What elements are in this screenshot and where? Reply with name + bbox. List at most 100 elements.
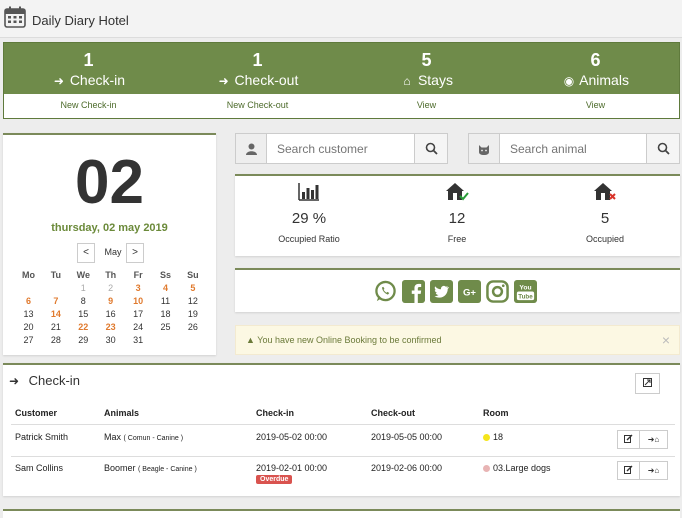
new-checkin-link[interactable]: New Check-in bbox=[4, 100, 173, 110]
occupied-ratio: 29 % Occupied Ratio bbox=[235, 176, 383, 244]
checkin-panel: ➜ Check-in Customer Animals Check-in Che… bbox=[3, 363, 680, 496]
row-room: 18 bbox=[493, 432, 504, 442]
calendar-weekday: Fr bbox=[133, 270, 143, 280]
calendar-day[interactable]: 3 bbox=[125, 282, 152, 295]
top-bar: Daily Diary Hotel bbox=[0, 0, 682, 38]
calendar-day[interactable]: 26 bbox=[179, 321, 206, 334]
calendar-week-row: 12345 bbox=[15, 282, 207, 295]
close-icon[interactable]: × bbox=[662, 332, 670, 348]
home-check-icon bbox=[446, 183, 469, 201]
online-booking-alert: ▲ You have new Online Booking to be conf… bbox=[235, 325, 680, 355]
youtube-label-bottom: Tube bbox=[518, 293, 533, 300]
calendar-day[interactable]: 13 bbox=[15, 308, 42, 321]
new-checkout-link[interactable]: New Check-out bbox=[173, 100, 342, 110]
calendar-day[interactable]: 11 bbox=[152, 295, 179, 308]
calendar-day[interactable]: 14 bbox=[42, 308, 69, 321]
row-animal-detail: ( Beagle - Canine ) bbox=[138, 466, 197, 473]
stat-checkout-label: Check-out bbox=[234, 72, 299, 88]
calendar-day[interactable]: 30 bbox=[97, 334, 124, 347]
calendar-day[interactable]: 29 bbox=[70, 334, 97, 347]
calendar-day[interactable]: 10 bbox=[125, 295, 152, 308]
twitter-icon[interactable] bbox=[430, 280, 453, 303]
overdue-badge: Overdue bbox=[256, 475, 293, 484]
occupied-ratio-value: 29 % bbox=[291, 210, 327, 227]
row-room: 03.Large dogs bbox=[493, 463, 551, 473]
search-customer-button[interactable] bbox=[414, 134, 447, 163]
prev-month-button[interactable]: < bbox=[77, 243, 95, 263]
calendar-day[interactable]: 24 bbox=[125, 321, 152, 334]
calendar-day[interactable]: 23 bbox=[97, 321, 124, 334]
calendar-day[interactable]: 1 bbox=[70, 282, 97, 295]
next-month-button[interactable]: > bbox=[126, 243, 144, 263]
view-animals-link[interactable]: View bbox=[511, 100, 680, 110]
edit-icon bbox=[624, 465, 633, 474]
row-animal[interactable]: Max bbox=[104, 432, 121, 442]
col-header-room: Room bbox=[483, 408, 509, 418]
calendar-day[interactable]: 2 bbox=[97, 282, 124, 295]
calendar-week-row: 13 14 15 16 17 18 19 bbox=[15, 308, 207, 321]
calendar-day[interactable]: 17 bbox=[125, 308, 152, 321]
current-day: 02 bbox=[75, 148, 144, 217]
expand-button[interactable] bbox=[635, 373, 660, 394]
calendar-day[interactable]: 15 bbox=[70, 308, 97, 321]
calendar-weekday: Mo bbox=[22, 270, 35, 280]
calendar-day[interactable]: 31 bbox=[125, 334, 152, 347]
youtube-icon[interactable]: You Tube bbox=[514, 280, 537, 303]
calendar-week-row: 20 21 22 23 24 25 26 bbox=[15, 321, 207, 334]
calendar-day[interactable]: 8 bbox=[70, 295, 97, 308]
checkin-action-button[interactable]: ➜⌂ bbox=[639, 430, 668, 449]
calendar-day[interactable]: 12 bbox=[179, 295, 206, 308]
calendar-day[interactable]: 27 bbox=[15, 334, 42, 347]
edit-button[interactable] bbox=[617, 461, 640, 480]
stat-checkout[interactable]: 1 ➜ Check-out bbox=[173, 43, 342, 94]
google-plus-icon[interactable]: G+ bbox=[458, 280, 481, 303]
whatsapp-icon[interactable] bbox=[374, 280, 397, 303]
search-customer-input[interactable] bbox=[272, 138, 412, 159]
sign-out-icon: ➜ bbox=[218, 74, 229, 88]
calendar-day[interactable]: 28 bbox=[42, 334, 69, 347]
google-plus-label: G+ bbox=[463, 287, 476, 298]
search-animal-button[interactable] bbox=[646, 134, 679, 163]
calendar-day[interactable]: 9 bbox=[97, 295, 124, 308]
calendar-day[interactable]: 4 bbox=[152, 282, 179, 295]
row-customer[interactable]: Patrick Smith bbox=[15, 432, 68, 442]
checkin-action-button[interactable]: ➜⌂ bbox=[639, 461, 668, 480]
calendar-day[interactable]: 21 bbox=[42, 321, 69, 334]
col-header-animals: Animals bbox=[104, 408, 140, 418]
facebook-icon[interactable] bbox=[402, 280, 425, 303]
calendar-day[interactable]: 25 bbox=[152, 321, 179, 334]
search-animal-input[interactable] bbox=[505, 138, 645, 159]
occupied-rooms: 5 Occupied bbox=[531, 176, 679, 244]
row-animal[interactable]: Boomer bbox=[104, 463, 136, 473]
header-divider bbox=[11, 424, 675, 425]
cat-icon: ◉ bbox=[563, 74, 575, 88]
stat-animals-label: Animals bbox=[579, 72, 629, 88]
search-customer-group bbox=[235, 133, 448, 164]
calendar-day[interactable]: 22 bbox=[70, 321, 97, 334]
stat-checkin[interactable]: 1 ➜ Check-in bbox=[4, 43, 173, 94]
search-icon bbox=[425, 142, 438, 155]
edit-button[interactable] bbox=[617, 430, 640, 449]
stat-animals[interactable]: 6 ◉ Animals bbox=[511, 43, 680, 94]
calendar-day[interactable]: 18 bbox=[152, 308, 179, 321]
instagram-icon[interactable] bbox=[486, 280, 509, 303]
checkin-arrow-home-icon: ➜⌂ bbox=[647, 435, 660, 444]
occupancy-panel: 29 % Occupied Ratio 12 Free 5 Occupied bbox=[235, 174, 680, 256]
mini-calendar: Mo Tu We Th Fr Ss Su 1 2 3 4 5 6 7 8 9 10 11 12 13 14 15 16 17 1… bbox=[15, 269, 207, 347]
calendar-day[interactable]: 5 bbox=[179, 282, 206, 295]
calendar-weekday: Tu bbox=[50, 270, 62, 280]
stat-animals-count: 6 bbox=[590, 50, 601, 70]
calendar-day[interactable]: 19 bbox=[179, 308, 206, 321]
next-panel-edge bbox=[3, 509, 680, 518]
stat-stays[interactable]: 5 ⌂ Stays bbox=[342, 43, 511, 94]
row-customer[interactable]: Sam Collins bbox=[15, 463, 63, 473]
checkin-panel-title: Check-in bbox=[28, 373, 80, 388]
calendar-day[interactable]: 7 bbox=[42, 295, 69, 308]
calendar-day[interactable]: 20 bbox=[15, 321, 42, 334]
view-stays-link[interactable]: View bbox=[342, 100, 511, 110]
calendar-day[interactable]: 6 bbox=[15, 295, 42, 308]
calendar-day[interactable]: 16 bbox=[97, 308, 124, 321]
cat-icon bbox=[469, 134, 500, 163]
calendar-week-row: 6 7 8 9 10 11 12 bbox=[15, 295, 207, 308]
current-date-long: thursday, 02 may 2019 bbox=[51, 222, 168, 234]
